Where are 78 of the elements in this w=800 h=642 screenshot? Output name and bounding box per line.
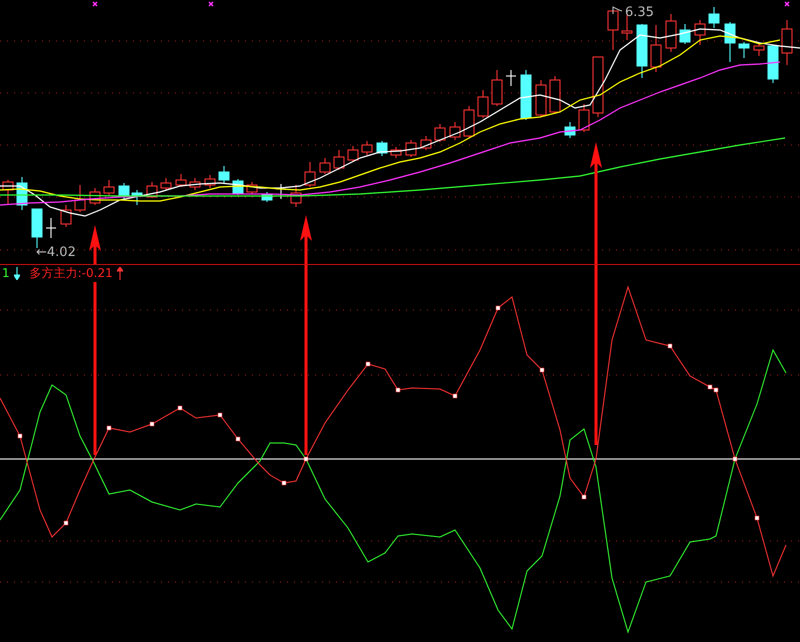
up-arrow-icon [116, 266, 123, 280]
candlestick [506, 70, 516, 86]
candlestick [74, 184, 86, 212]
data-point-marker [218, 412, 222, 418]
candlestick [60, 204, 72, 228]
cross-icon [92, 1, 98, 7]
candlestick [16, 176, 28, 210]
candlestick [190, 178, 200, 190]
candlestick [334, 150, 344, 170]
candlestick [146, 182, 158, 198]
candlestick [2, 180, 14, 206]
candlestick [46, 218, 56, 238]
candlestick [464, 106, 474, 138]
candlestick [492, 70, 502, 106]
candlestick [694, 20, 706, 46]
data-point-marker [754, 516, 760, 520]
candlestick [592, 56, 604, 118]
candlestick [754, 44, 764, 56]
candlestick [362, 140, 372, 156]
cross-icon [208, 1, 214, 7]
candlestick [376, 140, 388, 156]
candlestick [450, 122, 460, 140]
candlestick [218, 166, 230, 184]
candlestick [390, 146, 402, 158]
candlestick [104, 180, 114, 196]
data-point-marker [236, 436, 240, 442]
data-point-marker [106, 426, 112, 430]
indicator-index: 1 [2, 266, 10, 280]
high-price-label: 6.35 [625, 5, 654, 20]
candlestick [520, 70, 532, 120]
candlestick [636, 24, 648, 78]
candlestick [564, 122, 576, 138]
candlestick [578, 104, 590, 132]
candlestick [536, 80, 546, 118]
candlestick [708, 6, 720, 28]
candlestick [320, 158, 330, 174]
candlestick [666, 14, 676, 52]
candlestick [478, 90, 488, 118]
candlestick [622, 14, 632, 40]
candlestick [738, 42, 750, 58]
data-point-marker [668, 344, 672, 348]
candlestick [434, 124, 446, 142]
cross-icon [784, 1, 790, 7]
candlestick [608, 10, 618, 50]
leader-line [612, 6, 622, 14]
low-price-label: ←4.02 [36, 245, 76, 260]
indicator-title: 多方主力:-0.21 [30, 264, 113, 282]
data-point-marker [150, 422, 154, 426]
candlestick [650, 24, 662, 72]
data-point-marker [366, 362, 370, 366]
candlestick [782, 20, 792, 66]
candlestick [680, 24, 690, 44]
candlestick [768, 44, 778, 84]
data-point-marker [64, 520, 68, 526]
candlestick [90, 188, 100, 206]
candlestick [348, 146, 358, 162]
data-point-marker [540, 368, 544, 372]
data-point-marker [18, 434, 22, 438]
data-point-marker [178, 406, 182, 410]
data-point-marker [396, 388, 400, 392]
candlestick [246, 182, 258, 194]
candlestick [262, 192, 272, 202]
candlestick [204, 174, 216, 188]
candlestick [132, 190, 142, 206]
candlestick [176, 174, 186, 188]
down-arrow-icon [14, 266, 20, 280]
data-point-marker [282, 480, 286, 486]
data-point-marker [496, 306, 500, 310]
candlestick [420, 136, 432, 150]
candlestick [160, 178, 172, 190]
candlestick [118, 182, 130, 200]
candlestick [550, 76, 560, 114]
candlestick [406, 140, 416, 158]
candlestick [290, 184, 302, 208]
candlestick [724, 22, 736, 62]
data-point-marker [582, 494, 586, 500]
data-point-marker [452, 394, 458, 398]
candlestick [304, 162, 316, 188]
